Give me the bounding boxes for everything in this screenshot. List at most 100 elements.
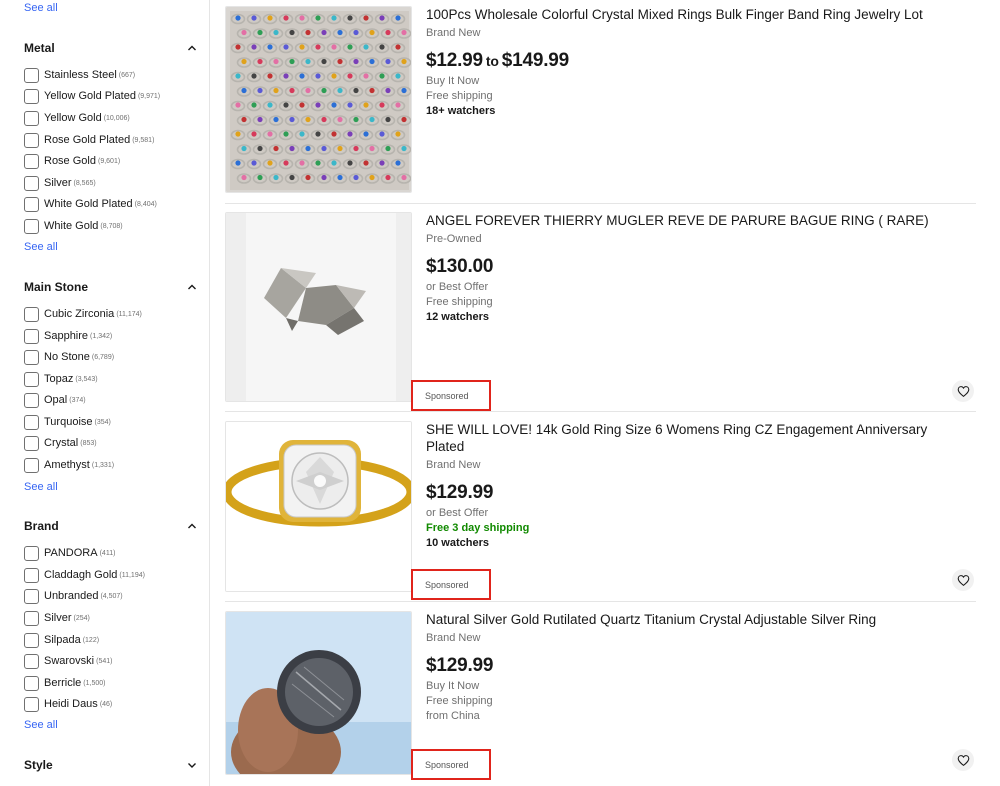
filter-option-yellow-gold[interactable]: Yellow Gold (10,006) bbox=[24, 109, 130, 127]
checkbox[interactable] bbox=[24, 306, 39, 322]
listing-shipping: Free shipping bbox=[426, 296, 493, 308]
price-low: $12.99 bbox=[426, 50, 483, 71]
filter-option-turquoise[interactable]: Turquoise (354) bbox=[24, 413, 111, 431]
main-stone-see-all-link[interactable]: See all bbox=[24, 481, 58, 493]
style-filter-header[interactable]: Style bbox=[24, 755, 198, 775]
checkbox[interactable] bbox=[24, 132, 39, 148]
option-label: Silver bbox=[44, 177, 72, 189]
option-count: (667) bbox=[118, 71, 136, 79]
checkbox[interactable] bbox=[24, 218, 39, 234]
listing-title[interactable]: 100Pcs Wholesale Colorful Crystal Mixed … bbox=[426, 6, 966, 23]
listing-shipping: Free 3 day shipping bbox=[426, 522, 530, 534]
filter-option-sapphire[interactable]: Sapphire (1,342) bbox=[24, 327, 112, 345]
filter-option-yellow-gold-plated[interactable]: Yellow Gold Plated (9,971) bbox=[24, 87, 160, 105]
option-count: (11,174) bbox=[116, 310, 142, 318]
listing-title[interactable]: Natural Silver Gold Rutilated Quartz Tit… bbox=[426, 611, 966, 628]
heart-icon[interactable] bbox=[952, 749, 974, 771]
option-label: Yellow Gold bbox=[44, 112, 102, 124]
product-image[interactable] bbox=[225, 6, 412, 193]
price-to: to bbox=[485, 53, 499, 69]
checkbox[interactable] bbox=[24, 328, 39, 344]
checkbox[interactable] bbox=[24, 349, 39, 365]
checkbox[interactable] bbox=[24, 610, 39, 626]
brand-filter-header[interactable]: Brand bbox=[24, 516, 198, 536]
checkbox[interactable] bbox=[24, 632, 39, 648]
checkbox[interactable] bbox=[24, 457, 39, 473]
product-image[interactable] bbox=[225, 611, 412, 775]
brand-see-all-link[interactable]: See all bbox=[24, 719, 58, 731]
option-label: Swarovski bbox=[44, 655, 95, 667]
filter-option-rose-gold-plated[interactable]: Rose Gold Plated (9,581) bbox=[24, 131, 154, 149]
filter-option-pandora[interactable]: PANDORA (411) bbox=[24, 544, 115, 562]
option-label: Yellow Gold Plated bbox=[44, 90, 136, 102]
filter-option-no-stone[interactable]: No Stone (6,789) bbox=[24, 348, 114, 366]
checkbox[interactable] bbox=[24, 435, 39, 451]
see-all-link[interactable]: See all bbox=[24, 2, 58, 14]
filter-option-berricle[interactable]: Berricle (1,500) bbox=[24, 674, 105, 692]
checkbox[interactable] bbox=[24, 414, 39, 430]
filter-option-silver[interactable]: Silver (8,565) bbox=[24, 174, 96, 192]
product-image[interactable] bbox=[225, 212, 412, 402]
filter-option-stainless-steel[interactable]: Stainless Steel (667) bbox=[24, 66, 135, 84]
listing-price: $12.99 to $149.99 bbox=[426, 50, 966, 72]
filter-option-silpada[interactable]: Silpada (122) bbox=[24, 631, 99, 649]
option-count: (1,331) bbox=[91, 461, 115, 469]
listing-condition: Brand New bbox=[426, 632, 481, 644]
heart-icon[interactable] bbox=[952, 380, 974, 402]
listing-origin: from China bbox=[426, 710, 480, 722]
filter-option-opal[interactable]: Opal (374) bbox=[24, 391, 86, 409]
filter-option-white-gold-plated[interactable]: White Gold Plated (8,404) bbox=[24, 195, 157, 213]
chevron-up-icon[interactable] bbox=[186, 520, 198, 532]
checkbox[interactable] bbox=[24, 696, 39, 712]
checkbox[interactable] bbox=[24, 196, 39, 212]
product-image[interactable] bbox=[225, 421, 412, 592]
listing-info: Natural Silver Gold Rutilated Quartz Tit… bbox=[426, 611, 966, 722]
filter-option-amethyst[interactable]: Amethyst (1,331) bbox=[24, 456, 114, 474]
listing-watchers: 10 watchers bbox=[426, 537, 489, 549]
checkbox[interactable] bbox=[24, 67, 39, 83]
filter-option-topaz[interactable]: Topaz (3,543) bbox=[24, 370, 98, 388]
option-label: Silpada bbox=[44, 634, 81, 646]
filter-option-claddagh-gold[interactable]: Claddagh Gold (11,194) bbox=[24, 566, 145, 584]
filter-option-cubic-zirconia[interactable]: Cubic Zirconia (11,174) bbox=[24, 305, 142, 323]
chevron-up-icon[interactable] bbox=[186, 281, 198, 293]
filter-option-silver-brand[interactable]: Silver (254) bbox=[24, 609, 90, 627]
metal-filter-header[interactable]: Metal bbox=[24, 38, 198, 58]
checkbox[interactable] bbox=[24, 567, 39, 583]
option-label: Rose Gold Plated bbox=[44, 134, 131, 146]
chevron-up-icon[interactable] bbox=[186, 42, 198, 54]
filter-option-white-gold[interactable]: White Gold (8,708) bbox=[24, 217, 123, 235]
option-label: Claddagh Gold bbox=[44, 569, 118, 581]
gold-ring-image bbox=[226, 422, 411, 591]
checkbox[interactable] bbox=[24, 392, 39, 408]
listing-shipping: Free shipping bbox=[426, 695, 493, 707]
checkbox[interactable] bbox=[24, 88, 39, 104]
rings-lot-image bbox=[226, 7, 411, 192]
listing-title[interactable]: SHE WILL LOVE! 14k Gold Ring Size 6 Wome… bbox=[426, 421, 966, 455]
chevron-down-icon[interactable] bbox=[186, 759, 198, 771]
metal-see-all-link[interactable]: See all bbox=[24, 241, 58, 253]
listing-title[interactable]: ANGEL FOREVER THIERRY MUGLER REVE DE PAR… bbox=[426, 212, 966, 229]
checkbox[interactable] bbox=[24, 653, 39, 669]
checkbox[interactable] bbox=[24, 371, 39, 387]
filter-option-crystal[interactable]: Crystal (853) bbox=[24, 434, 97, 452]
listing-item: SHE WILL LOVE! 14k Gold Ring Size 6 Wome… bbox=[225, 413, 976, 602]
filter-option-rose-gold[interactable]: Rose Gold (9,601) bbox=[24, 152, 120, 170]
sponsored-label: Sponsored bbox=[411, 380, 491, 411]
checkbox[interactable] bbox=[24, 175, 39, 191]
checkbox[interactable] bbox=[24, 675, 39, 691]
checkbox[interactable] bbox=[24, 110, 39, 126]
checkbox[interactable] bbox=[24, 588, 39, 604]
checkbox[interactable] bbox=[24, 545, 39, 561]
filter-sidebar: See all Metal Stainless Steel (667) Yello… bbox=[0, 0, 210, 786]
main-stone-filter-header[interactable]: Main Stone bbox=[24, 277, 198, 297]
listing-condition: Pre-Owned bbox=[426, 233, 482, 245]
filter-option-swarovski[interactable]: Swarovski (541) bbox=[24, 652, 112, 670]
quartz-ring-image bbox=[226, 612, 411, 774]
checkbox[interactable] bbox=[24, 153, 39, 169]
filter-option-heidi-daus[interactable]: Heidi Daus (46) bbox=[24, 695, 112, 713]
filter-option-unbranded[interactable]: Unbranded (4,507) bbox=[24, 587, 123, 605]
option-label: Crystal bbox=[44, 437, 79, 449]
heart-icon[interactable] bbox=[952, 569, 974, 591]
option-label: Heidi Daus bbox=[44, 698, 98, 710]
